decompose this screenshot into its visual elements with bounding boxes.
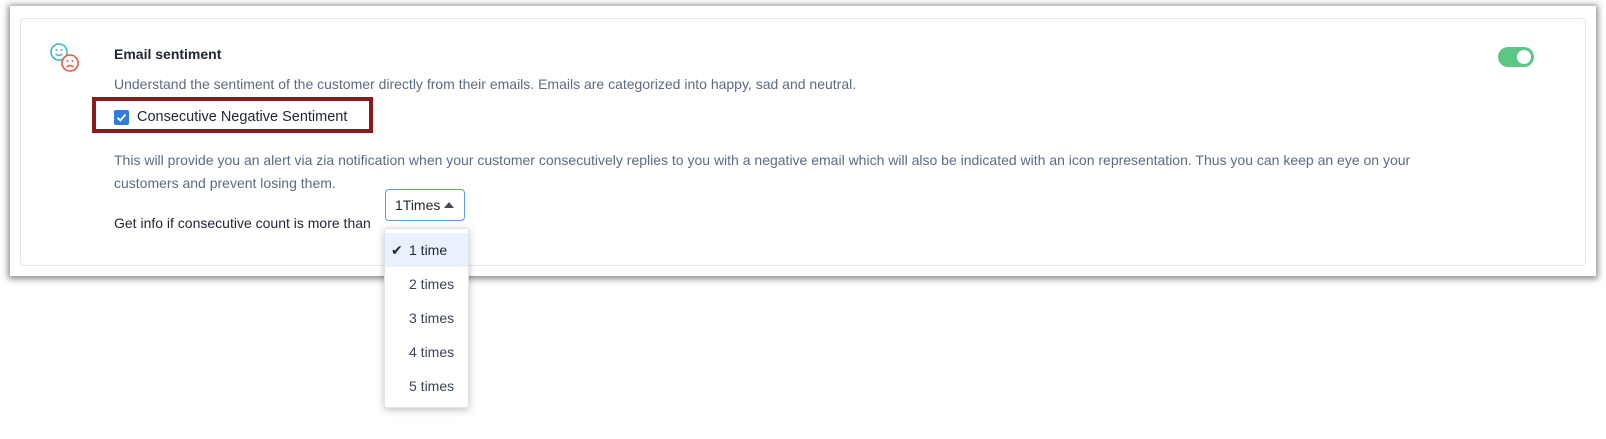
- email-sentiment-toggle[interactable]: [1498, 47, 1534, 67]
- section-title: Email sentiment: [114, 46, 222, 62]
- option-label: 1 time: [409, 242, 448, 258]
- checkbox-label: Consecutive Negative Sentiment: [137, 109, 348, 125]
- option-label: 4 times: [409, 344, 455, 360]
- option-label: 5 times: [409, 378, 455, 394]
- checkmark-icon: [116, 113, 127, 122]
- dropdown-option[interactable]: 3 times: [385, 301, 468, 335]
- dropdown-option[interactable]: ✔ 1 time: [385, 233, 468, 267]
- settings-frame: Email sentiment Understand the sentiment…: [10, 6, 1596, 408]
- count-dropdown-menu: ✔ 1 time 2 times 3 times 4 times 5 times: [384, 228, 469, 408]
- dropdown-option[interactable]: 4 times: [385, 335, 468, 369]
- dropdown-option[interactable]: 2 times: [385, 267, 468, 301]
- count-label: Get info if consecutive count is more th…: [114, 215, 371, 231]
- caret-up-icon: [444, 202, 454, 208]
- section-description: Understand the sentiment of the customer…: [114, 76, 857, 92]
- email-sentiment-card: Email sentiment Understand the sentiment…: [20, 18, 1586, 266]
- option-label: 3 times: [409, 310, 455, 326]
- option-info-text: This will provide you an alert via zia n…: [114, 152, 1411, 191]
- sentiment-faces-icon: [50, 43, 79, 72]
- consecutive-negative-checkbox[interactable]: [114, 109, 129, 125]
- dropdown-option[interactable]: 5 times: [385, 369, 468, 403]
- consecutive-negative-option[interactable]: Consecutive Negative Sentiment: [114, 109, 347, 125]
- count-select[interactable]: 1Times: [385, 189, 465, 221]
- select-value: 1Times: [395, 197, 441, 213]
- toggle-knob: [1517, 50, 1531, 64]
- option-label: 2 times: [409, 276, 455, 292]
- check-icon: ✔: [391, 242, 403, 258]
